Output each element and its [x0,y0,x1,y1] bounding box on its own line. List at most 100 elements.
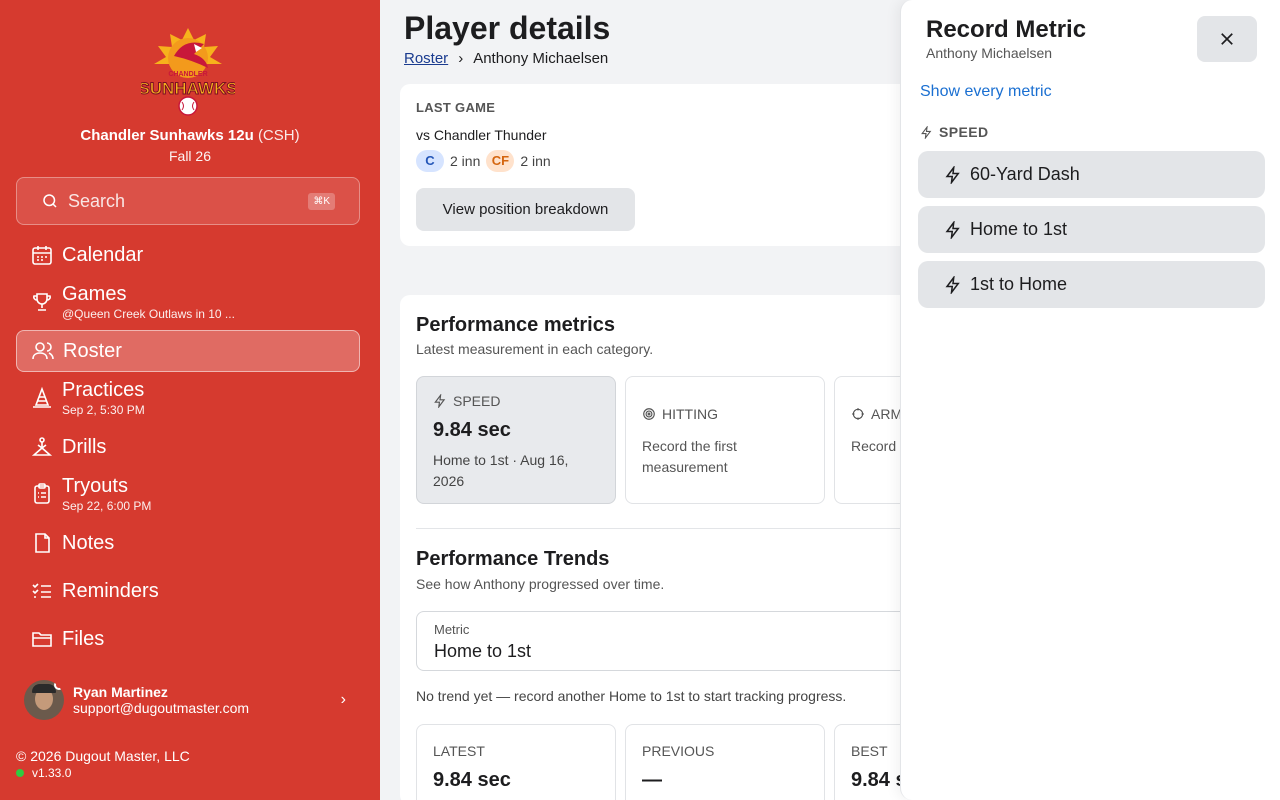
lightning-icon [434,394,446,408]
metric-option-label: 60-Yard Dash [970,164,1080,184]
show-every-metric-link[interactable]: Show every metric [920,83,1052,101]
breadcrumb-current: Anthony Michaelsen [473,50,609,67]
stat-value: — [642,769,662,791]
nav-tryouts[interactable]: Tryouts Sep 22, 6:00 PM [16,473,360,515]
nav-label: Roster [63,339,122,362]
metric-select[interactable]: Metric Home to 1st [416,611,940,671]
team-abbr: (CSH) [257,127,300,144]
version-label: v1.33.0 [32,766,72,780]
nav-sublabel: @Queen Creek Outlaws in 10 ... [62,307,235,321]
stat-label: LATEST [433,743,485,759]
metric-category: SPEED [433,393,599,409]
clipboard-icon [34,483,50,504]
section-header-speed: SPEED [920,124,988,140]
user-menu[interactable]: Ryan Martinez support@dugoutmaster.com › [24,678,360,722]
position-badge-cf: CF [486,150,515,172]
status-dot [16,769,24,777]
drill-icon [31,437,53,456]
lightning-icon [945,165,960,184]
metric-select-caption: Metric [434,622,470,637]
breadcrumb: Roster › Anthony Michaelsen [404,50,608,67]
metric-category: HITTING [642,406,808,422]
checklist-icon [32,583,51,598]
lightning-icon [921,125,932,139]
position-innings: 2 inn [520,153,551,169]
nav-sublabel: Sep 2, 5:30 PM [62,403,145,417]
search-shortcut-badge: ⌘K [308,192,335,210]
drawer-title: Record Metric [926,16,1087,43]
crosshair-icon [852,408,864,420]
copyright: © 2026 Dugout Master, LLC [16,748,190,764]
nav-tryouts-text: Tryouts Sep 22, 6:00 PM [62,475,151,513]
note-icon [35,533,50,553]
performance-metrics-subtitle: Latest measurement in each category. [416,341,654,357]
target-icon [643,408,655,420]
users-icon [32,342,54,360]
nav-calendar[interactable]: Calendar [16,234,360,276]
team-name: Chandler Sunhawks 12u (CSH) [0,127,380,144]
metric-value: 9.84 sec [433,419,511,441]
metric-option-label: Home to 1st [970,219,1068,239]
breadcrumb-roster-link[interactable]: Roster [404,50,448,67]
version-info: v1.33.0 [16,766,71,780]
cone-icon [33,386,51,408]
nav-files[interactable]: Files [16,618,360,660]
view-position-breakdown-button[interactable]: View position breakdown [416,188,635,231]
nav-label: Practices [62,379,145,401]
metric-select-value: Home to 1st [434,641,532,661]
position-innings: 2 inn [450,153,481,169]
nav-roster[interactable]: Roster [16,330,360,372]
metric-option-1st-to-home[interactable]: 1st to Home [918,261,1265,308]
search-icon [43,194,57,208]
section-header-label: SPEED [939,124,989,140]
search-input[interactable]: Search ⌘K [16,177,360,225]
search-placeholder: Search [68,190,126,211]
folder-icon [32,632,52,647]
user-info: Ryan Martinez support@dugoutmaster.com [73,684,249,716]
nav-notes[interactable]: Notes [16,522,360,564]
performance-card: Performance metrics Latest measurement i… [400,295,940,800]
last-game-positions: C 2 inn CF 2 inn [416,150,551,172]
nav-sublabel: Sep 22, 6:00 PM [62,499,152,513]
close-icon [1221,33,1233,45]
drawer-subtitle: Anthony Michaelsen [926,45,1053,61]
nav-practices[interactable]: Practices Sep 2, 5:30 PM [16,377,360,419]
nav-practices-text: Practices Sep 2, 5:30 PM [62,379,145,417]
performance-trends-title: Performance Trends [416,548,610,570]
record-metric-drawer: Record Metric Anthony Michaelsen Show ev… [900,0,1280,800]
nav-label: Calendar [62,243,144,266]
user-name: Ryan Martinez [73,684,168,700]
lightning-icon [945,220,960,239]
stat-value: 9.84 sec [433,769,511,791]
notification-dot [54,680,64,690]
lightning-icon [945,275,960,294]
last-game-opponent: vs Chandler Thunder [416,127,547,143]
last-game-card: LAST GAME vs Chandler Thunder C 2 inn CF… [400,84,940,246]
nav-label: Tryouts [62,475,128,497]
logo-wordmark: SUNHAWKS [141,79,235,98]
stat-label: PREVIOUS [642,743,715,759]
close-button[interactable] [1197,16,1257,62]
team-name-text: Chandler Sunhawks 12u [80,127,254,144]
metric-option-label: 1st to Home [970,274,1068,294]
nav-games[interactable]: Games @Queen Creek Outlaws in 10 ... [16,281,360,323]
metric-empty-text: Record the first measurement [642,438,737,475]
page-title: Player details [404,10,611,46]
metric-card-speed[interactable]: SPEED 9.84 sec Home to 1st · Aug 16, 202… [416,376,616,504]
sidebar: CHANDLER SUNHAWKS Chandler Sunhawks 12u … [0,0,380,800]
metric-card-hitting[interactable]: HITTING Record the first measurement [625,376,825,504]
metric-category-label: ARM [871,406,903,422]
logo-subtext: CHANDLER [168,71,207,78]
metric-category-label: SPEED [453,393,501,409]
metric-category-label: HITTING [662,406,718,422]
trophy-icon [33,293,51,311]
user-email: support@dugoutmaster.com [73,700,250,716]
nav-reminders[interactable]: Reminders [16,570,360,612]
chevron-right-icon: › [340,691,346,708]
metric-option-60-yard-dash[interactable]: 60-Yard Dash [918,151,1265,198]
nav-drills[interactable]: Drills [16,426,360,468]
metric-option-home-to-1st[interactable]: Home to 1st [918,206,1265,253]
nav-label: Drills [62,435,107,458]
divider [416,528,940,529]
team-logo[interactable]: CHANDLER SUNHAWKS [141,24,235,118]
